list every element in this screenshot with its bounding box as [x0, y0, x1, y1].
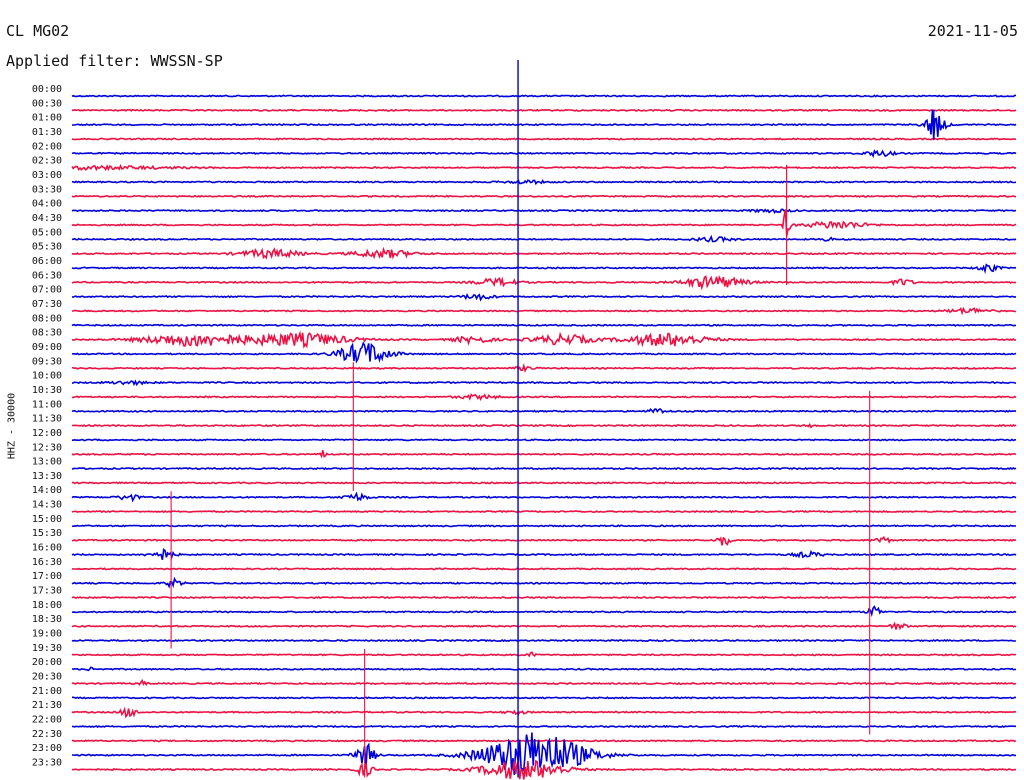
time-tick-label: 06:30	[32, 270, 62, 281]
trace-line	[71, 379, 1017, 387]
trace-line	[71, 724, 1016, 729]
time-tick-label: 09:30	[32, 356, 62, 367]
trace-line	[71, 638, 1016, 643]
time-tick-label: 22:30	[32, 729, 62, 740]
time-tick-label: 14:00	[32, 485, 62, 496]
time-tick-label: 12:00	[32, 428, 62, 439]
trace-line	[71, 596, 1016, 600]
time-tick-label: 07:00	[32, 285, 62, 296]
time-tick-label: 13:00	[32, 457, 62, 468]
trace-line	[71, 263, 1017, 275]
trace-line	[71, 408, 1017, 414]
trace-line	[72, 438, 1017, 442]
time-tick-label: 01:00	[32, 113, 62, 124]
time-tick-label: 17:00	[32, 571, 62, 582]
time-tick-label: 15:30	[32, 528, 62, 539]
time-tick-label: 02:30	[32, 156, 62, 167]
trace-line	[71, 208, 1017, 214]
trace-line	[71, 246, 1017, 260]
time-tick-label: 05:00	[32, 227, 62, 238]
time-tick-label: 20:00	[32, 657, 62, 668]
time-tick-label: 21:00	[32, 686, 62, 697]
time-tick-label: 23:00	[32, 743, 62, 754]
time-tick-label: 04:00	[32, 199, 62, 210]
time-tick-label: 05:30	[32, 242, 62, 253]
trace-line	[71, 450, 1017, 459]
trace-line	[71, 548, 1017, 561]
time-tick-label: 03:30	[32, 184, 62, 195]
trace-line	[71, 323, 1017, 327]
trace-line	[72, 696, 1016, 700]
trace-line	[72, 108, 1017, 112]
trace-line	[72, 393, 1017, 402]
time-tick-label: 08:30	[32, 328, 62, 339]
trace-line	[71, 651, 1017, 658]
time-tick-label: 15:00	[32, 514, 62, 525]
time-tick-label: 13:30	[32, 471, 62, 482]
trace-line	[71, 292, 1017, 302]
time-tick-label: 17:30	[32, 586, 62, 597]
trace-line	[71, 481, 1017, 485]
time-tick-label: 18:30	[32, 614, 62, 625]
time-tick-label: 12:30	[32, 442, 62, 453]
trace-line	[71, 759, 1016, 780]
trace-line	[71, 666, 1017, 672]
time-tick-label: 04:30	[32, 213, 62, 224]
time-tick-label: 01:30	[32, 127, 62, 138]
trace-line	[71, 491, 1017, 503]
trace-line	[72, 306, 1017, 316]
time-tick-label: 16:00	[32, 543, 62, 554]
trace-line	[71, 234, 1017, 244]
trace-line	[71, 605, 1017, 618]
trace-line	[71, 149, 1017, 159]
trace-line	[71, 422, 1017, 429]
trace-line	[71, 739, 1017, 743]
trace-line	[71, 209, 1017, 237]
time-tick-label: 11:30	[32, 414, 62, 425]
time-tick-label: 08:00	[32, 313, 62, 324]
trace-line	[71, 466, 1017, 471]
time-tick-label: 22:00	[32, 715, 62, 726]
trace-line	[71, 164, 1017, 172]
trace-line	[71, 330, 1017, 349]
time-tick-label: 06:00	[32, 256, 62, 267]
time-tick-label: 07:30	[32, 299, 62, 310]
time-tick-label: 23:30	[32, 758, 62, 769]
trace-line	[71, 179, 1017, 186]
trace-line	[71, 509, 1017, 514]
time-tick-label: 00:30	[32, 98, 62, 109]
time-tick-label: 19:00	[32, 629, 62, 640]
time-tick-label: 20:30	[32, 672, 62, 683]
time-tick-label: 18:00	[32, 600, 62, 611]
trace-line	[71, 706, 1017, 719]
trace-line	[71, 567, 1017, 571]
time-tick-label: 09:00	[32, 342, 62, 353]
trace-line	[71, 275, 1017, 291]
trace-line	[71, 341, 1017, 364]
seismogram-plot: 00:00 00:30 01:00 01:30 02:00 02:30 03:00 03:30…	[32, 60, 1017, 780]
time-tick-label: 10:30	[32, 385, 62, 396]
time-tick-label: 00:00	[32, 84, 62, 95]
time-tick-label: 21:30	[32, 700, 62, 711]
trace-line	[71, 678, 1017, 687]
time-tick-label: 10:00	[32, 371, 62, 382]
time-tick-label: 19:30	[32, 643, 62, 654]
trace-line	[71, 137, 1017, 141]
time-tick-label: 14:30	[32, 500, 62, 511]
trace-line	[71, 194, 1016, 198]
time-tick-label: 16:30	[32, 557, 62, 568]
trace-line	[71, 94, 1016, 98]
trace-lines	[71, 94, 1017, 780]
trace-line	[71, 621, 1017, 631]
trace-line	[71, 362, 1017, 373]
time-tick-label: 02:00	[32, 141, 62, 152]
trace-line	[71, 576, 1017, 589]
trace-line	[71, 535, 1017, 546]
time-tick-label: 11:00	[32, 399, 62, 410]
time-tick-labels: 00:00 00:30 01:00 01:30 02:00 02:30 03:00 03:30…	[32, 84, 62, 769]
trace-line	[71, 524, 1017, 528]
time-tick-label: 03:00	[32, 170, 62, 181]
trace-line	[72, 109, 1017, 139]
